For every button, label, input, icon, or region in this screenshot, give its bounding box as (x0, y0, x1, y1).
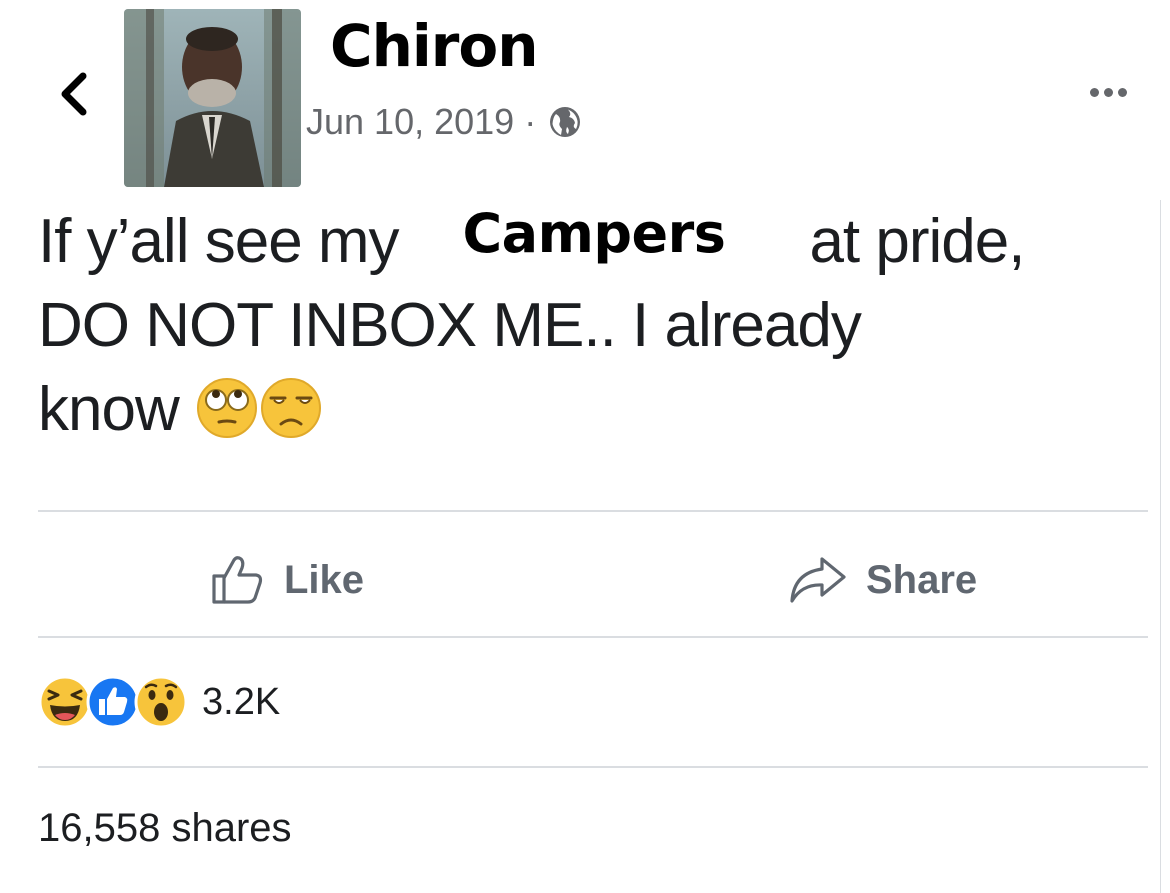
meta-separator: · (524, 101, 537, 142)
post-meta: Jun 10, 2019 · (306, 100, 582, 144)
post-text-line-2: DO NOT INBOX ME.. I already (38, 291, 862, 360)
like-label: Like (284, 557, 365, 602)
share-arrow-icon (790, 557, 846, 603)
thumbs-up-icon (212, 556, 263, 604)
more-dot (1117, 87, 1127, 97)
wow-reaction-icon (134, 675, 188, 729)
like-button[interactable]: Like (210, 548, 364, 612)
post-text-segment: know (38, 375, 180, 444)
right-edge-divider (1160, 200, 1161, 893)
post-date[interactable]: Jun 10, 2019 (306, 101, 514, 143)
back-button[interactable] (52, 66, 96, 122)
share-count[interactable]: 16,558 shares (38, 806, 292, 851)
unamused-face-emoji (260, 378, 321, 438)
reaction-summary[interactable]: 3.2K (38, 672, 280, 732)
more-options-button[interactable] (1078, 80, 1138, 104)
author-avatar[interactable] (124, 9, 301, 187)
share-label: Share (866, 557, 978, 602)
divider-middle (38, 636, 1148, 638)
post-text-line-1: If y’all see my Campers at pride, (38, 200, 1148, 284)
author-name[interactable]: Chiron (330, 8, 538, 84)
reaction-count: 3.2K (202, 680, 281, 723)
post-text-segment: at pride, (809, 207, 1025, 276)
divider-top (38, 510, 1148, 512)
like-reaction-icon (86, 675, 140, 729)
share-button[interactable]: Share (788, 548, 977, 612)
divider-bottom (38, 766, 1148, 768)
face-with-rolling-eyes-emoji (196, 378, 257, 438)
chevron-left-icon (61, 72, 87, 116)
more-dot (1089, 87, 1099, 97)
laughing-reaction-icon (38, 675, 92, 729)
globe-icon (548, 105, 582, 139)
more-dot (1103, 87, 1113, 97)
post-text-line-3: know (38, 368, 1148, 452)
post-text: If y’all see my Campers at pride, DO NOT I… (38, 200, 1148, 452)
post-text-segment: If y’all see my (38, 207, 400, 276)
highlight-word: Campers (462, 202, 726, 265)
